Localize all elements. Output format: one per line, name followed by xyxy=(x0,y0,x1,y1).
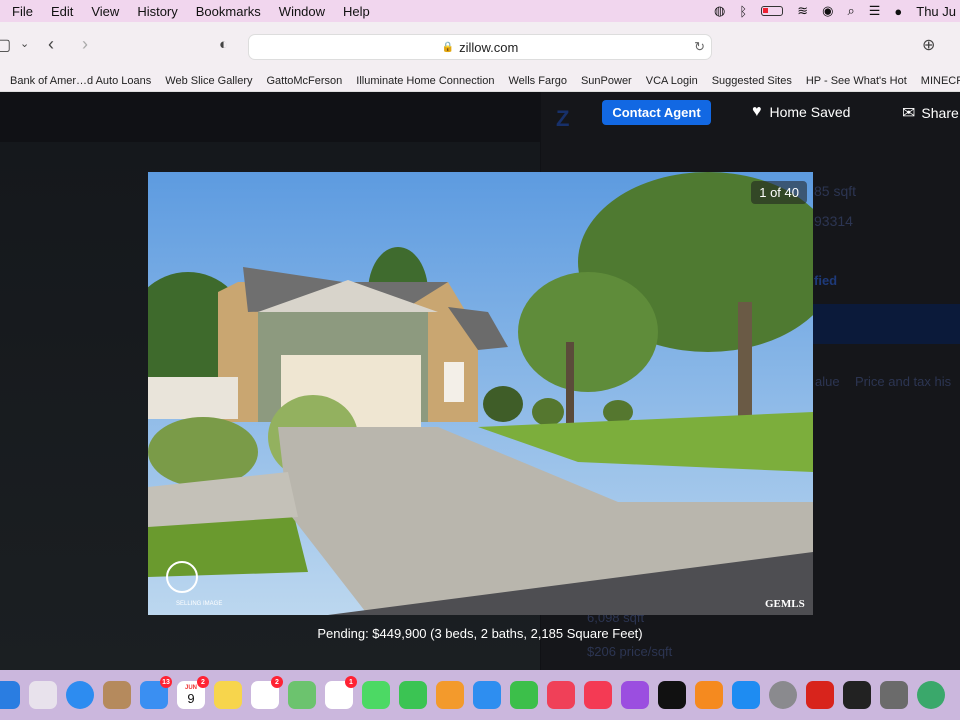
mail-icon: ✉ xyxy=(902,105,916,122)
terminal-icon[interactable] xyxy=(843,681,871,709)
facetime-icon[interactable] xyxy=(399,681,427,709)
forward-icon[interactable]: › xyxy=(82,34,88,55)
bookmark-item[interactable]: HP - See What's Hot xyxy=(806,75,907,87)
safari-icon[interactable] xyxy=(66,681,94,709)
bookmark-item[interactable]: GattoMcFerson xyxy=(266,75,342,87)
pages-icon[interactable] xyxy=(436,681,464,709)
bookmark-item[interactable]: Bank of Amer…d Auto Loans xyxy=(10,75,151,87)
house-photo: SELLING IMAGE GEMLS xyxy=(148,172,813,615)
contact-agent-button[interactable]: Contact Agent xyxy=(602,100,711,125)
maps-icon[interactable] xyxy=(288,681,316,709)
bookmark-item[interactable]: Suggested Sites xyxy=(712,75,792,87)
sqft-text: 85 sqft xyxy=(814,183,857,199)
mail-badge: 13 xyxy=(160,676,172,688)
mail-icon[interactable]: 13 xyxy=(140,676,172,709)
menu-bookmarks[interactable]: Bookmarks xyxy=(196,4,261,19)
address-bar[interactable]: 🔒 zillow.com ↻ xyxy=(248,34,712,60)
user-icon[interactable]: ◉ xyxy=(822,3,833,19)
launchpad-icon[interactable] xyxy=(29,681,57,709)
battery-icon[interactable] xyxy=(761,4,784,19)
numbers-icon[interactable] xyxy=(510,681,538,709)
calendar-badge: 2 xyxy=(197,676,209,688)
contacts-icon[interactable] xyxy=(103,681,131,709)
calendar-day: 9 xyxy=(187,690,195,706)
home-saved-label: Home Saved xyxy=(769,104,851,120)
search-icon[interactable]: ⌕ xyxy=(847,3,854,19)
bookmark-item[interactable]: SunPower xyxy=(581,75,632,87)
photos-badge: 1 xyxy=(345,676,357,688)
bookmark-item[interactable]: Wells Fargo xyxy=(508,75,566,87)
siri-icon[interactable]: ● xyxy=(894,4,902,19)
reminders-badge: 2 xyxy=(271,676,283,688)
download-icon[interactable]: ⊕ xyxy=(922,35,935,55)
bluetooth-icon[interactable]: ᛒ xyxy=(739,4,747,19)
chevron-down-icon[interactable]: ⌄ xyxy=(20,37,29,50)
keynote-icon[interactable] xyxy=(473,681,501,709)
bookmark-item[interactable]: Web Slice Gallery xyxy=(165,75,252,87)
photos-icon[interactable]: 1 xyxy=(325,676,357,709)
clock[interactable]: Thu Ju xyxy=(916,4,956,19)
menu-view[interactable]: View xyxy=(91,4,119,19)
price-per-sqft-text: $206 price/sqft xyxy=(587,644,673,659)
news-icon[interactable] xyxy=(547,681,575,709)
menu-window[interactable]: Window xyxy=(279,4,325,19)
heart-icon: ♥ xyxy=(752,103,762,120)
reminders-icon[interactable]: 2 xyxy=(251,676,283,709)
bookmark-item[interactable]: VCA Login xyxy=(646,75,698,87)
keychain-icon[interactable] xyxy=(880,681,908,709)
tab-value[interactable]: alue xyxy=(815,374,840,389)
acrobat-icon[interactable] xyxy=(806,681,834,709)
zillow-logo-icon: Z xyxy=(556,106,570,131)
shield-icon[interactable]: ◐ xyxy=(219,36,228,53)
books-icon[interactable] xyxy=(695,681,723,709)
tab-price-tax-history[interactable]: Price and tax his xyxy=(855,374,951,389)
photo-counter: 1 of 40 xyxy=(751,181,807,204)
calendar-icon[interactable]: JUN 9 2 xyxy=(177,676,209,709)
tv-icon[interactable] xyxy=(658,681,686,709)
listing-photo[interactable]: SELLING IMAGE GEMLS 1 of 40 xyxy=(148,172,813,615)
bookmark-item[interactable]: Illuminate Home Connection xyxy=(356,75,494,87)
dock: 13 JUN 9 2 2 1 xyxy=(0,670,960,720)
verified-text: fied xyxy=(814,273,838,288)
lock-icon: 🔒 xyxy=(441,41,455,53)
vpn-icon[interactable]: ◍ xyxy=(714,3,725,19)
home-saved-button[interactable]: ♥ Home Saved xyxy=(752,103,850,121)
system-preferences-icon[interactable] xyxy=(769,681,797,709)
wifi-icon[interactable]: ≋ xyxy=(797,3,808,19)
menu-file[interactable]: File xyxy=(12,4,33,19)
menu-edit[interactable]: Edit xyxy=(51,4,73,19)
url-text: zillow.com xyxy=(459,39,519,55)
podcasts-icon[interactable] xyxy=(621,681,649,709)
menu-bar: File Edit View History Bookmarks Window … xyxy=(0,0,960,22)
control-center-icon[interactable]: ☰ xyxy=(869,3,881,19)
browser-toolbar: ▢ ⌄ ‹ › ◐ 🔒 zillow.com ↻ ⊕ xyxy=(0,22,960,70)
share-label: Share xyxy=(921,105,959,121)
menu-help[interactable]: Help xyxy=(343,4,370,19)
menu-history[interactable]: History xyxy=(137,4,177,19)
zip-text: 93314 xyxy=(814,213,853,229)
share-button[interactable]: ✉ Share xyxy=(902,103,959,123)
bookmark-item[interactable]: MINECRAFT xyxy=(921,75,960,87)
photo-caption: Pending: $449,900 (3 beds, 2 baths, 2,18… xyxy=(317,626,643,641)
notes-icon[interactable] xyxy=(214,681,242,709)
app-store-icon[interactable] xyxy=(732,681,760,709)
finder-icon[interactable] xyxy=(0,681,20,709)
globe-app-icon[interactable] xyxy=(917,681,945,709)
back-icon[interactable]: ‹ xyxy=(48,34,54,55)
music-icon[interactable] xyxy=(584,681,612,709)
messages-icon[interactable] xyxy=(362,681,390,709)
reload-icon[interactable]: ↻ xyxy=(694,39,705,55)
watermark-right: GEMLS xyxy=(765,598,805,610)
watermark-left: SELLING IMAGE xyxy=(176,601,222,607)
sidebar-icon[interactable]: ▢ xyxy=(0,35,11,55)
bookmarks-bar: Bank of Amer…d Auto Loans Web Slice Gall… xyxy=(0,70,960,92)
